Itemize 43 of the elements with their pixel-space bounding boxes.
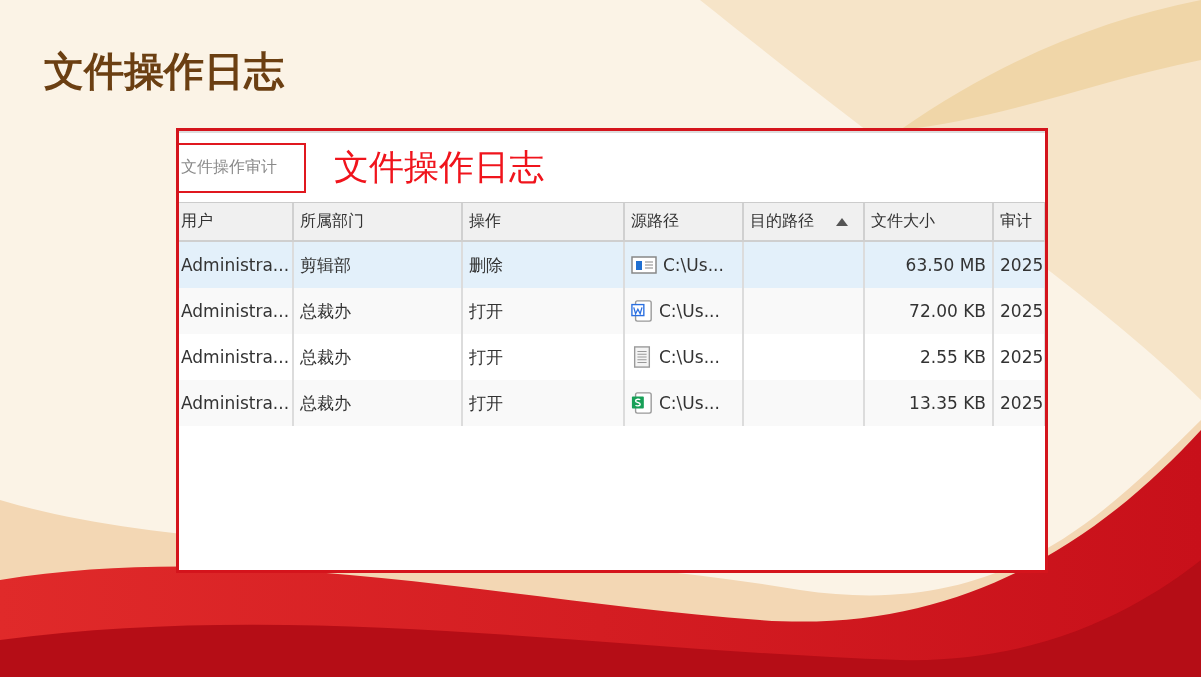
table-cell: 2025	[1000, 255, 1044, 275]
table-row[interactable]: Administra... 剪辑部 删除 C:\Us... 63.50 MB 2025	[179, 242, 1045, 288]
table-cell: 总裁办	[300, 391, 351, 415]
table-cell: 2025	[1000, 347, 1044, 367]
tab-label[interactable]: 文件操作审计	[179, 142, 306, 193]
table-cell: 打开	[469, 391, 503, 415]
table-cell: 总裁办	[300, 345, 351, 369]
table-cell: C:\Us...	[663, 255, 724, 275]
table-cell: Administra...	[181, 347, 290, 367]
table-cell: 打开	[469, 299, 503, 323]
column-header[interactable]: 用户	[179, 203, 294, 240]
table-cell: 总裁办	[300, 299, 351, 323]
column-header[interactable]: 文件大小	[865, 203, 994, 240]
table-cell: 72.00 KB	[909, 301, 986, 321]
table-cell: Administra...	[181, 393, 290, 413]
column-header[interactable]: 源路径	[625, 203, 744, 240]
table-cell: Administra...	[181, 255, 290, 275]
table-row[interactable]: Administra... 总裁办 打开 C:\Us... 72.00 KB 2025	[179, 288, 1045, 334]
table-cell: 13.35 KB	[909, 393, 986, 413]
table-cell: Administra...	[181, 301, 290, 321]
column-header[interactable]: 所属部门	[294, 203, 463, 240]
column-header[interactable]: 审计	[994, 203, 1045, 240]
table-cell: 63.50 MB	[905, 255, 986, 275]
spreadsheet-file-icon	[631, 391, 653, 415]
table-row[interactable]: Administra... 总裁办 打开 C:\Us... 2.55 KB 2025	[179, 334, 1045, 380]
table-cell: 删除	[469, 253, 503, 277]
sort-up-icon	[836, 217, 848, 226]
column-header[interactable]: 操作	[463, 203, 625, 240]
column-header[interactable]: 目的路径	[744, 203, 865, 240]
table-cell: C:\Us...	[659, 301, 720, 321]
slide-title: 文件操作日志	[44, 47, 284, 96]
word-file-icon	[631, 299, 653, 323]
table-cell: C:\Us...	[659, 393, 720, 413]
table-cell: 打开	[469, 345, 503, 369]
table-cell: 剪辑部	[300, 253, 351, 277]
table-row[interactable]: Administra... 总裁办 打开 C:\Us... 13.35 KB 2025	[179, 380, 1045, 426]
video-file-icon	[631, 255, 657, 275]
table-cell: C:\Us...	[659, 347, 720, 367]
table-cell: 2.55 KB	[919, 347, 986, 367]
table-cell: 2025	[1000, 393, 1044, 413]
table-cell: 2025	[1000, 301, 1044, 321]
annotation-text: 文件操作日志	[334, 146, 544, 189]
text-file-icon	[631, 345, 653, 369]
